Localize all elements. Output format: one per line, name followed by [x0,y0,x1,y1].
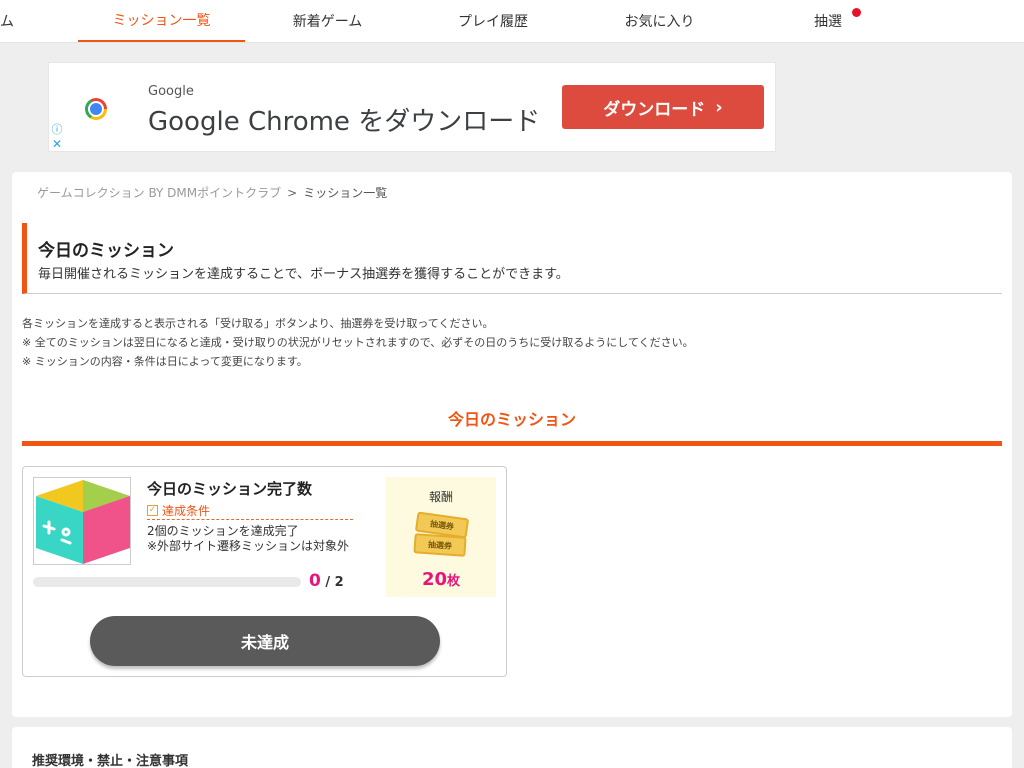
mission-condition-label: 達成条件 [162,503,211,518]
nav-tab-mission-list[interactable]: ミッション一覧 [78,0,245,42]
reward-box: 報酬 抽選券 抽選券 20枚 [386,477,496,597]
ad-brand: Google [148,84,194,99]
ad-banner[interactable]: Google Google Chrome をダウンロード ダウンロード › ⓘ … [48,62,776,152]
ad-download-button[interactable]: ダウンロード › [562,85,764,129]
mission-progress-text: 0 / 2 [309,571,344,591]
breadcrumb: ゲームコレクション BY DMMポイントクラブ > ミッション一覧 [37,184,387,201]
mission-condition-line: ※外部サイト遷移ミッションは対象外 [147,539,350,553]
breadcrumb-parent-link[interactable]: ゲームコレクション BY DMMポイントクラブ [37,186,281,200]
mission-condition-text: 2個のミッションを達成完了 ※外部サイト遷移ミッションは対象外 [147,524,349,554]
mission-card: 今日のミッション完了数 ✓ 達成条件 2個のミッションを達成完了 ※外部サイト遷… [22,466,507,677]
ad-headline[interactable]: Google Chrome をダウンロード [148,101,540,138]
note-line: 各ミッションを達成すると表示される「受け取る」ボタンより、抽選券を受け取ってくだ… [22,317,494,330]
page-title: 今日のミッション [38,241,174,261]
notes: 各ミッションを達成すると表示される「受け取る」ボタンより、抽選券を受け取ってくだ… [22,314,694,371]
nav-tab-favorites[interactable]: お気に入り [576,0,743,42]
nav-tab-new-games[interactable]: 新着ゲーム [245,0,410,42]
terms-title[interactable]: 推奨環境・禁止・注意事項 [32,750,188,768]
mission-progress-bar [33,577,301,587]
mission-condition-line: 2個のミッションを達成完了 [147,524,299,538]
chrome-logo-icon [85,98,107,120]
chevron-right-icon: › [715,96,723,118]
mission-thumbnail [33,477,131,565]
mission-status-button[interactable]: 未達成 [90,616,440,666]
mission-progress-current: 0 [309,571,321,591]
terms-section: 推奨環境・禁止・注意事項 [12,727,1012,768]
breadcrumb-separator: > [287,186,298,200]
ad-download-label: ダウンロード [603,99,706,120]
mission-title: 今日のミッション完了数 [147,480,313,498]
nav-tab-play-history[interactable]: プレイ履歴 [410,0,576,42]
reward-count: 20枚 [386,569,496,590]
game-cube-icon [36,480,130,564]
mission-progress-total: / 2 [325,575,344,590]
ad-info-icon[interactable]: ⓘ [49,121,65,136]
reward-count-value: 20 [421,569,448,590]
main-content: ゲームコレクション BY DMMポイントクラブ > ミッション一覧 今日のミッション… [12,172,1012,717]
note-line: ※ ミッションの内容・条件は日によって変更になります。 [22,355,308,368]
top-nav: ム ミッション一覧 新着ゲーム プレイ履歴 お気に入り 抽選 [0,0,1024,43]
page-description: 毎日開催されるミッションを達成することで、ボーナス抽選券を獲得することができます… [38,267,569,282]
note-line: ※ 全てのミッションは翌日になると達成・受け取りの状況がリセットされますので、必… [22,336,694,349]
page-heading: 今日のミッション 毎日開催されるミッションを達成することで、ボーナス抽選券を獲得… [22,223,1002,294]
mission-condition-header: ✓ 達成条件 [147,501,353,520]
reward-label: 報酬 [428,490,453,504]
reward-count-unit: 枚 [447,574,461,589]
nav-tab-game[interactable]: ム [0,0,20,42]
nav-tab-lottery[interactable]: 抽選 [743,0,913,42]
notification-dot [852,8,861,17]
checkbox-icon: ✓ [147,504,158,516]
section-title: 今日のミッション [22,406,1002,446]
breadcrumb-current: ミッション一覧 [303,186,388,200]
ticket-icon: 抽選券 [413,533,467,557]
ad-close-icon[interactable]: ✕ [49,136,65,151]
